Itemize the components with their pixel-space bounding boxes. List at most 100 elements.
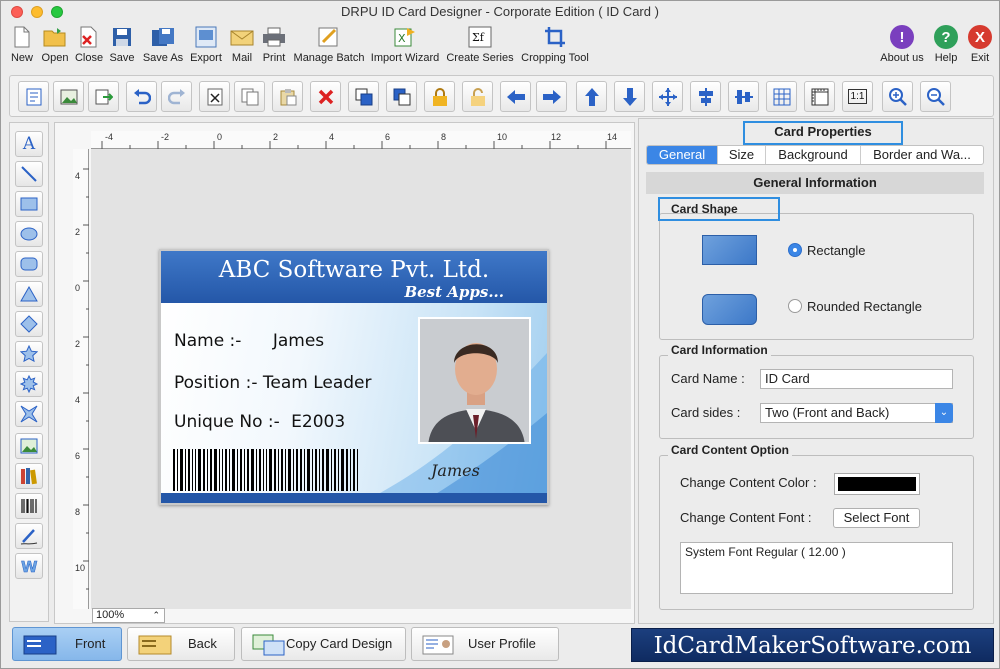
delete-icon[interactable] xyxy=(310,81,341,112)
library-tool-icon[interactable] xyxy=(15,463,43,489)
close-button[interactable]: Close xyxy=(73,25,105,64)
send-back-icon[interactable] xyxy=(386,81,417,112)
rectangle-radio[interactable] xyxy=(788,243,802,257)
tab-size[interactable]: Size xyxy=(718,146,766,164)
save-button-label: Save xyxy=(109,52,135,64)
rounded-rectangle-tool-icon[interactable] xyxy=(15,251,43,277)
help-button[interactable]: ? Help xyxy=(931,25,961,64)
card-barcode[interactable] xyxy=(173,449,405,491)
barcode-tool-icon[interactable] xyxy=(15,493,43,519)
ruler-h-label: 2 xyxy=(273,132,279,142)
ellipse-tool-icon[interactable] xyxy=(15,221,43,247)
arrow-up-icon[interactable] xyxy=(576,81,607,112)
copy-icon[interactable] xyxy=(234,81,265,112)
triangle-tool-icon[interactable] xyxy=(15,281,43,307)
save-as-button[interactable]: Save As xyxy=(141,25,185,64)
print-button[interactable]: Print xyxy=(259,25,289,64)
svg-text:Σf: Σf xyxy=(472,31,485,44)
card-position-line[interactable]: Position :- Team Leader xyxy=(174,373,372,393)
window-close-icon[interactable] xyxy=(11,6,23,18)
content-color-swatch[interactable] xyxy=(834,473,920,495)
zoom-select[interactable]: 100% ⌃ xyxy=(92,608,165,623)
star-tool-icon[interactable] xyxy=(15,341,43,367)
signature-tool-icon[interactable] xyxy=(15,523,43,549)
diamond-tool-icon[interactable] xyxy=(15,311,43,337)
burst-tool-icon[interactable] xyxy=(15,371,43,397)
align-horizontal-icon[interactable] xyxy=(690,81,721,112)
chevron-down-icon[interactable]: ⌄ xyxy=(935,403,953,423)
card-signature[interactable]: James xyxy=(431,461,480,480)
align-vertical-icon[interactable] xyxy=(728,81,759,112)
edit-toolbar: 1:1 xyxy=(9,75,994,117)
center-icon[interactable] xyxy=(652,81,683,112)
grid-icon[interactable] xyxy=(766,81,797,112)
copy-card-design-button[interactable]: Copy Card Design xyxy=(241,627,406,661)
properties-icon[interactable] xyxy=(18,81,49,112)
export-icon[interactable] xyxy=(88,81,119,112)
import-wizard-button[interactable]: X Import Wizard xyxy=(369,25,441,64)
tab-background[interactable]: Background xyxy=(766,146,861,164)
image-icon[interactable] xyxy=(53,81,84,112)
export-button[interactable]: Export xyxy=(188,25,224,64)
card-name-input[interactable]: ID Card xyxy=(760,369,953,389)
properties-tabs: General Size Background Border and Wa... xyxy=(646,145,984,165)
window-minimize-icon[interactable] xyxy=(31,6,43,18)
unlock-icon[interactable] xyxy=(462,81,493,112)
cut-icon[interactable] xyxy=(199,81,230,112)
rounded-rectangle-radio[interactable] xyxy=(788,299,802,313)
card-org-name[interactable]: ABC Software Pvt. Ltd. xyxy=(161,257,547,283)
id-card-preview[interactable]: ABC Software Pvt. Ltd. Best Apps... Name… xyxy=(159,249,549,505)
card-name-line[interactable]: Name :- James xyxy=(174,331,324,351)
card-unique-line[interactable]: Unique No :- E2003 xyxy=(174,412,345,432)
horizontal-ruler: -4 -2 0 2 4 6 8 10 12 14 xyxy=(91,131,631,149)
tab-border-and-watermark[interactable]: Border and Wa... xyxy=(861,146,983,164)
lock-icon[interactable] xyxy=(424,81,455,112)
rounded-rectangle-option-label[interactable]: Rounded Rectangle xyxy=(807,299,922,314)
card-tagline[interactable]: Best Apps... xyxy=(404,283,504,301)
bring-front-icon[interactable] xyxy=(348,81,379,112)
zoom-in-icon[interactable] xyxy=(882,81,913,112)
open-button[interactable]: Open xyxy=(39,25,71,64)
undo-icon[interactable] xyxy=(126,81,157,112)
ruler-h-label: 8 xyxy=(441,132,447,142)
paste-icon[interactable] xyxy=(272,81,303,112)
about-us-button[interactable]: ! About us xyxy=(877,25,927,64)
back-button[interactable]: Back xyxy=(127,627,235,661)
rounded-rectangle-shape-preview[interactable] xyxy=(702,294,757,325)
arrow-down-icon[interactable] xyxy=(614,81,645,112)
tab-general[interactable]: General xyxy=(647,146,718,164)
actual-size-icon[interactable]: 1:1 xyxy=(842,81,873,112)
arrow-left-icon[interactable] xyxy=(500,81,531,112)
user-profile-button[interactable]: User Profile xyxy=(411,627,559,661)
picture-tool-icon[interactable] xyxy=(15,433,43,459)
save-as-button-label: Save As xyxy=(142,52,184,64)
select-font-button[interactable]: Select Font xyxy=(833,508,920,528)
card-position-value: Team Leader xyxy=(262,373,372,393)
zoom-out-icon[interactable] xyxy=(920,81,951,112)
new-button[interactable]: New xyxy=(7,25,37,64)
save-button[interactable]: Save xyxy=(107,25,137,64)
mail-button[interactable]: Mail xyxy=(228,25,256,64)
ruler-icon[interactable] xyxy=(804,81,835,112)
card-sides-label: Card sides : xyxy=(671,405,741,420)
front-button[interactable]: Front xyxy=(12,627,122,661)
cropping-tool-button[interactable]: Cropping Tool xyxy=(519,25,591,64)
line-tool-icon[interactable] xyxy=(15,161,43,187)
rectangle-option-label[interactable]: Rectangle xyxy=(807,243,866,258)
redo-icon[interactable] xyxy=(161,81,192,112)
card-sides-select[interactable]: Two (Front and Back) ⌄ xyxy=(760,403,953,423)
text-tool-icon[interactable]: A xyxy=(15,131,43,157)
exit-button[interactable]: X Exit xyxy=(965,25,995,64)
card-photo[interactable] xyxy=(418,317,531,444)
manage-batch-button[interactable]: Manage Batch xyxy=(293,25,365,64)
watermark-tool-icon[interactable]: W xyxy=(15,553,43,579)
open-folder-icon xyxy=(42,25,68,49)
create-series-button[interactable]: Σf Create Series xyxy=(445,25,515,64)
window-maximize-icon[interactable] xyxy=(51,6,63,18)
cross-star-tool-icon[interactable] xyxy=(15,401,43,427)
new-button-label: New xyxy=(10,52,33,64)
rectangle-tool-icon[interactable] xyxy=(15,191,43,217)
arrow-right-icon[interactable] xyxy=(536,81,567,112)
rectangle-shape-preview[interactable] xyxy=(702,235,757,265)
import-wizard-icon: X xyxy=(392,25,418,49)
